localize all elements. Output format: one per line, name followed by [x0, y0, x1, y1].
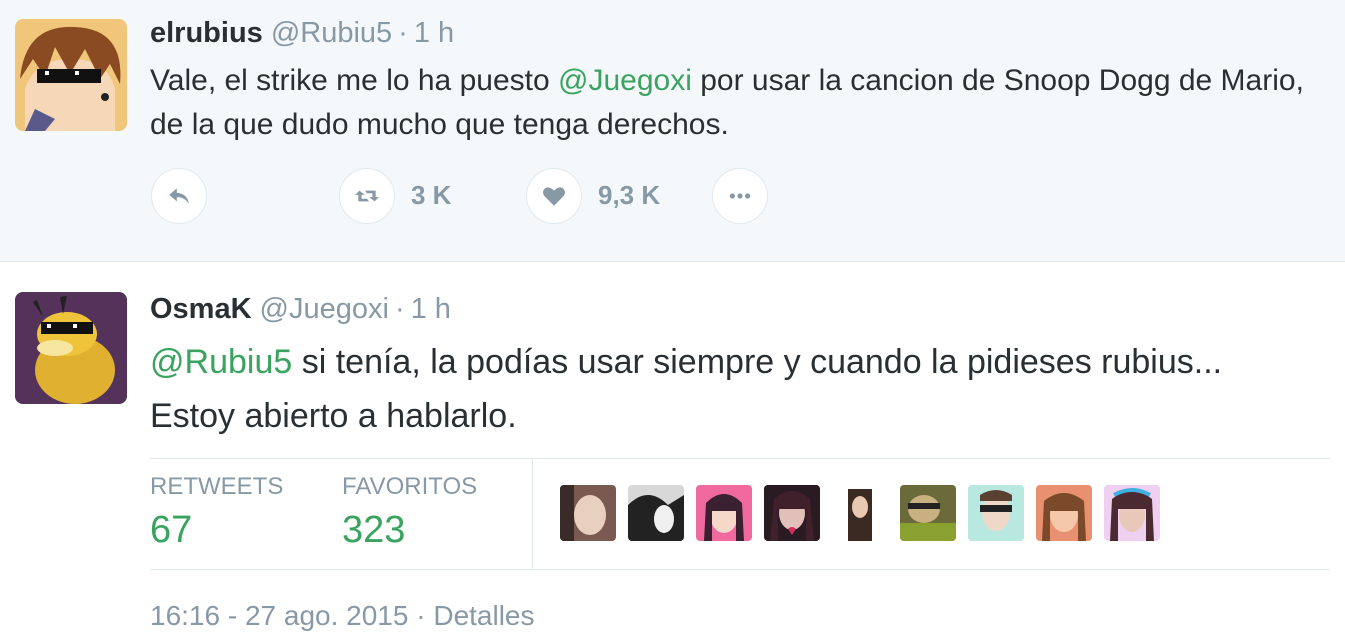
favoriter-avatar[interactable] — [560, 485, 616, 541]
retweet-button[interactable] — [339, 168, 395, 224]
retweet-icon — [355, 190, 379, 202]
avatar-osmak[interactable] — [15, 292, 127, 404]
favoriters-list — [560, 485, 1160, 541]
mention-link[interactable]: @Rubiu5 — [150, 343, 292, 381]
retweet-count: 3 K — [411, 180, 452, 210]
favoriter-avatar[interactable] — [628, 485, 684, 541]
parent-tweet-header: elrubius @Rubiu5 · 1 h — [150, 16, 454, 50]
retweets-stat[interactable]: RETWEETS 67 — [150, 473, 283, 552]
favorites-value: 323 — [342, 509, 406, 551]
favorites-label: FAVORITOS — [342, 473, 478, 500]
avatar-image — [15, 19, 127, 131]
favoriter-avatar[interactable] — [1036, 485, 1092, 541]
favoriter-avatar[interactable] — [764, 485, 820, 541]
tweet-time[interactable]: 1 h — [411, 293, 451, 325]
avatar-elrubius[interactable] — [15, 19, 127, 131]
author-handle[interactable]: @Juegoxi — [260, 293, 389, 325]
retweets-label: RETWEETS — [150, 473, 284, 500]
header-separator: · — [394, 293, 405, 325]
avatar-image — [15, 292, 127, 404]
favorites-stat[interactable]: FAVORITOS 323 — [342, 473, 477, 552]
tweet-timestamp: 16:16 - 27 ago. 2015 · Detalles — [150, 600, 535, 632]
tweet-actions: 3 K 9,3 K — [151, 168, 851, 224]
timestamp-separator: · — [416, 600, 426, 631]
tweet-text-part: Vale, el strike me lo ha puesto — [150, 64, 558, 97]
retweets-value: 67 — [150, 509, 193, 551]
tweet-text-part: si tenía, la podías usar siempre y cuand… — [150, 343, 1223, 435]
like-button[interactable] — [526, 168, 582, 224]
like-count: 9,3 K — [598, 180, 661, 210]
favoriter-avatar[interactable] — [900, 485, 956, 541]
favoriter-avatar[interactable] — [832, 485, 888, 541]
favoriter-avatar[interactable] — [696, 485, 752, 541]
timestamp-text[interactable]: 16:16 - 27 ago. 2015 — [150, 600, 408, 631]
favoriter-avatar[interactable] — [968, 485, 1024, 541]
details-link[interactable]: Detalles — [433, 600, 534, 631]
tweet-stats: RETWEETS 67 FAVORITOS 323 — [150, 458, 1330, 570]
author-name[interactable]: OsmaK — [150, 293, 252, 325]
heart-icon — [543, 187, 565, 206]
parent-tweet: elrubius @Rubiu5 · 1 h Vale, el strike me l… — [0, 0, 1345, 262]
mention-link[interactable]: @Juegoxi — [558, 64, 692, 97]
main-tweet: OsmaK @Juegoxi · 1 h @Rubiu5 si tenía, la p… — [0, 263, 1345, 635]
tweet-time[interactable]: 1 h — [414, 17, 454, 49]
more-button[interactable] — [712, 168, 768, 224]
parent-tweet-text: Vale, el strike me lo ha puesto @Juegoxi… — [150, 59, 1330, 147]
more-icon — [729, 193, 751, 199]
header-separator: · — [398, 17, 408, 49]
reply-button[interactable] — [151, 168, 207, 224]
favoriter-avatar[interactable] — [1104, 485, 1160, 541]
author-name[interactable]: elrubius — [150, 17, 263, 49]
author-handle[interactable]: @Rubiu5 — [271, 17, 392, 49]
reply-icon — [169, 188, 189, 204]
main-tweet-text: @Rubiu5 si tenía, la podías usar siempre… — [150, 335, 1270, 443]
stats-divider — [532, 459, 533, 569]
main-tweet-header: OsmaK @Juegoxi · 1 h — [150, 292, 451, 326]
